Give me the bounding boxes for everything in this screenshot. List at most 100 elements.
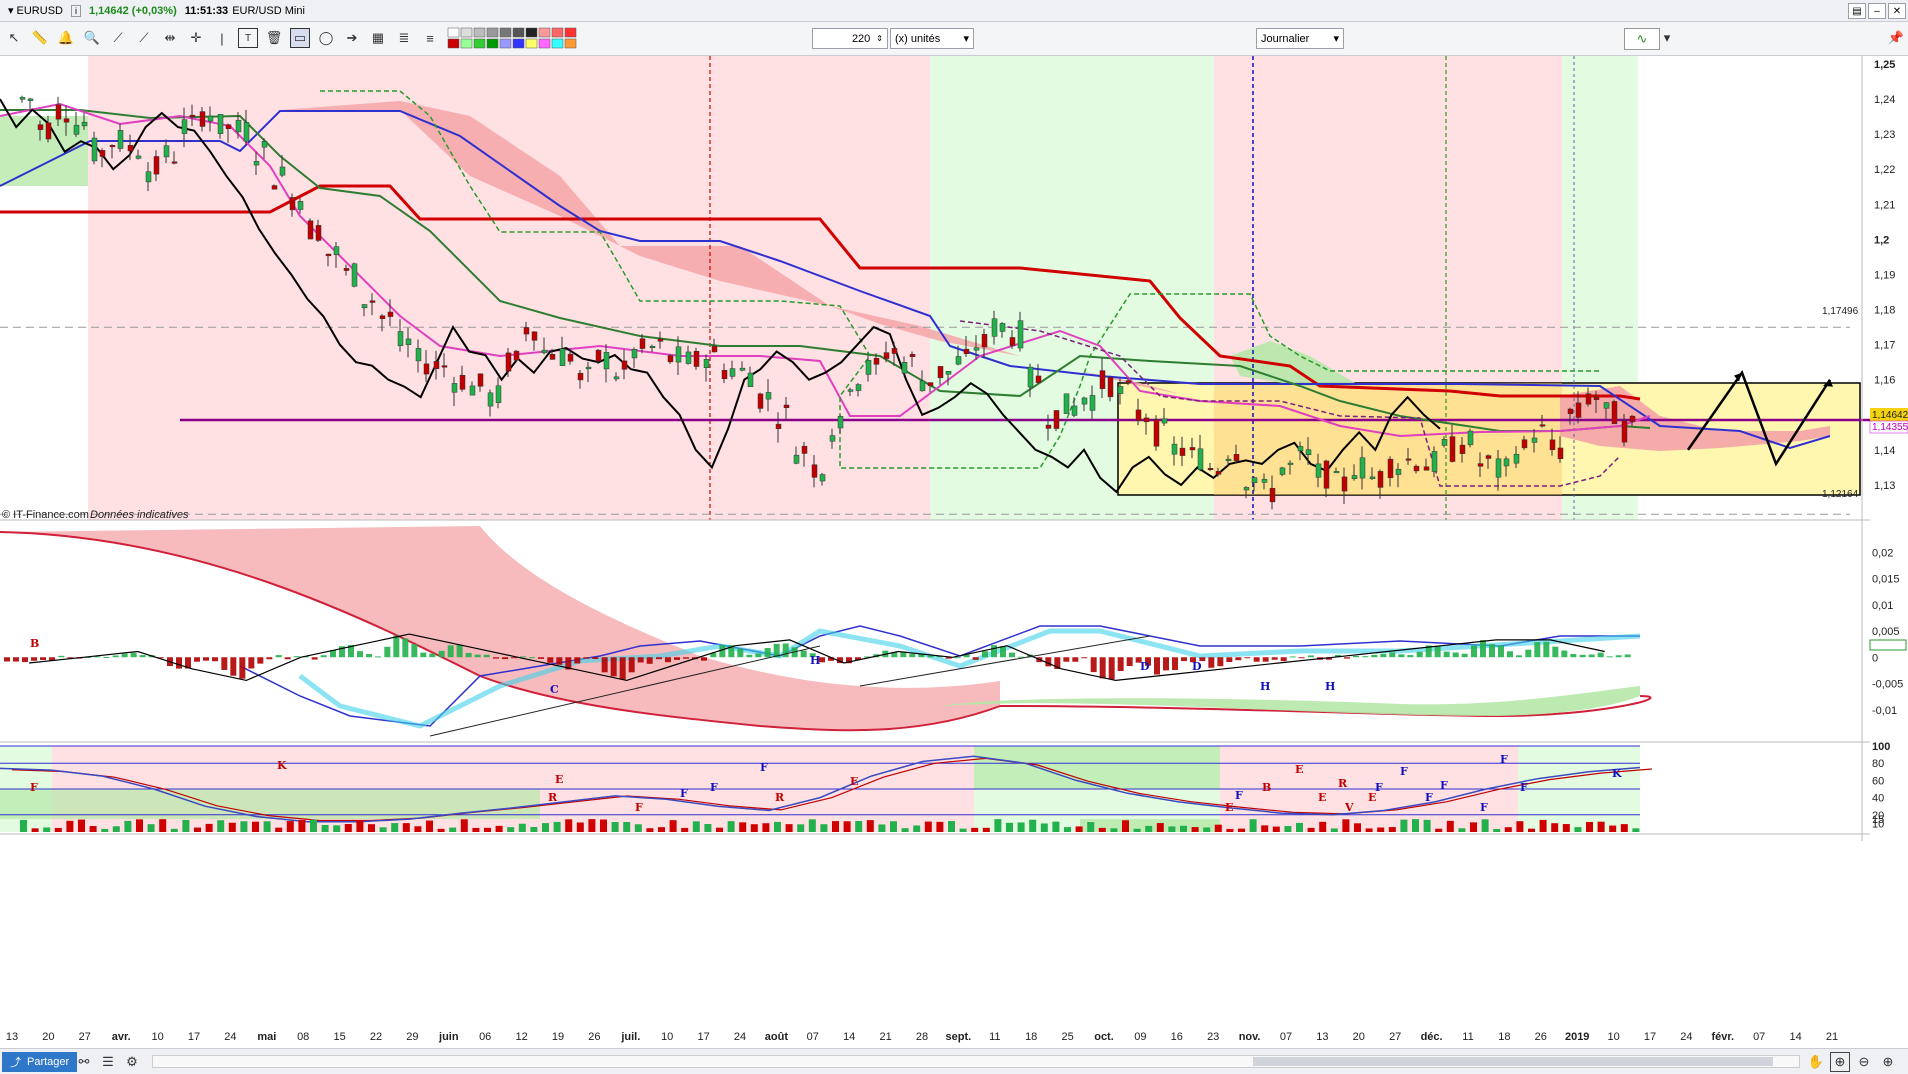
candle-body bbox=[1521, 439, 1528, 449]
stoch-bar bbox=[866, 820, 874, 832]
zoom-icon[interactable]: 🔍 bbox=[82, 28, 102, 48]
stoch-bar bbox=[1029, 819, 1037, 832]
ruler-icon[interactable]: 📏 bbox=[30, 28, 50, 48]
close-icon[interactable]: ✕ bbox=[1888, 3, 1906, 19]
horizontal-scrollbar[interactable] bbox=[152, 1055, 1800, 1068]
trend-icon[interactable]: ⟋ bbox=[134, 28, 154, 48]
histogram-bar bbox=[384, 646, 391, 658]
units-select[interactable]: (x) unités ▾ bbox=[890, 28, 974, 49]
chart-area[interactable]: BCHDDHH FKREFFFFREEFBEERVEFFFFFFFK 1,25 1… bbox=[0, 56, 1908, 1048]
signal-label: E bbox=[1318, 791, 1326, 804]
candle-body bbox=[819, 474, 826, 482]
stoch-bar bbox=[1412, 819, 1419, 832]
candle-body bbox=[675, 346, 682, 363]
x-tick-label: 24 bbox=[734, 1031, 746, 1043]
signal-label: H bbox=[1325, 680, 1335, 693]
palette-swatch bbox=[525, 38, 538, 49]
cursor-icon[interactable]: ↖ bbox=[4, 28, 24, 48]
signal-label: V bbox=[1344, 801, 1354, 814]
channel-icon[interactable]: ≡ bbox=[420, 28, 440, 48]
stoch-bar bbox=[1272, 826, 1280, 832]
candle-body bbox=[945, 371, 952, 375]
window-list-icon[interactable]: ▤ bbox=[1848, 3, 1866, 19]
rectangle-icon[interactable]: ▭ bbox=[290, 28, 310, 48]
text-icon[interactable]: T bbox=[238, 28, 258, 48]
candle-body bbox=[1485, 455, 1492, 459]
minimize-icon[interactable]: – bbox=[1868, 3, 1886, 19]
zoom-fit-icon[interactable]: ⊕ bbox=[1830, 1052, 1850, 1072]
link-icon[interactable]: ⚯ bbox=[74, 1052, 94, 1072]
symbol-label[interactable]: EURUSD bbox=[17, 5, 63, 17]
share-button[interactable]: ⤴ Partager bbox=[2, 1052, 78, 1072]
chevron-down-icon[interactable]: ▾ bbox=[1660, 28, 1674, 48]
grid-icon[interactable]: ▦ bbox=[368, 28, 388, 48]
list-icon[interactable]: ☰ bbox=[98, 1052, 118, 1072]
candle-body bbox=[433, 361, 440, 369]
signal-label: E bbox=[1295, 763, 1303, 776]
y-tick-label: 1,16 bbox=[1874, 375, 1895, 387]
stoch-bar bbox=[402, 823, 410, 832]
settings-icon[interactable]: ⚙ bbox=[122, 1052, 142, 1072]
palette-swatch bbox=[447, 27, 460, 38]
menu-chevron-icon[interactable]: ▾ bbox=[8, 4, 14, 17]
candle-body bbox=[1125, 380, 1132, 383]
vertical-line-icon[interactable]: | bbox=[212, 28, 232, 48]
stoch-bar bbox=[344, 823, 352, 832]
x-tick-label: 20 bbox=[42, 1031, 54, 1043]
candle-body bbox=[739, 367, 746, 371]
cross-icon[interactable]: ✛ bbox=[186, 28, 206, 48]
price-panel[interactable] bbox=[0, 56, 1870, 521]
stoch-bar bbox=[1238, 828, 1245, 832]
candle-body bbox=[1261, 478, 1268, 483]
candle-body bbox=[1477, 463, 1484, 467]
histogram-bar bbox=[764, 648, 771, 658]
y-tick-label: 1,19 bbox=[1874, 269, 1895, 281]
oscillator-panel[interactable]: B C H D D H H bbox=[0, 526, 1907, 743]
candle-body bbox=[1387, 458, 1394, 479]
candle-body bbox=[621, 360, 628, 370]
fibonacci-icon[interactable]: ≣ bbox=[394, 28, 414, 48]
arrow-icon[interactable]: ➔ bbox=[342, 28, 362, 48]
scrollbar-thumb[interactable] bbox=[1253, 1057, 1773, 1066]
candle-body bbox=[495, 385, 502, 403]
hand-icon[interactable]: ✋ bbox=[1806, 1052, 1826, 1072]
candle-body bbox=[297, 201, 304, 210]
x-tick-label: 28 bbox=[916, 1031, 928, 1043]
line-icon[interactable]: ⟋ bbox=[108, 28, 128, 48]
candle-body bbox=[801, 445, 808, 454]
bell-icon[interactable]: 🔔 bbox=[56, 28, 76, 48]
histogram-bar bbox=[1452, 652, 1459, 658]
lasso-icon[interactable]: ◯ bbox=[316, 28, 336, 48]
trash-icon[interactable]: 🗑 bbox=[264, 28, 284, 48]
y-tick-label: 0,01 bbox=[1872, 600, 1893, 612]
chart-svg[interactable]: BCH D DH H FKREFF FFREEFBEERVEFFFFFFFK 1,251… bbox=[0, 56, 1908, 1048]
stoch-bar bbox=[298, 819, 306, 832]
histogram-bar bbox=[1507, 651, 1513, 658]
stoch-bar bbox=[89, 826, 97, 832]
stoch-bar bbox=[1458, 828, 1466, 832]
color-palette[interactable] bbox=[446, 26, 606, 52]
pin-icon[interactable]: 📌 bbox=[1886, 28, 1906, 48]
count-input[interactable]: 220 ⇕ bbox=[812, 28, 888, 49]
indicator-icon[interactable]: ∿ bbox=[1624, 28, 1660, 50]
stochastic-panel[interactable]: FKREFF FFREEFBEERVEFFFFFFFK bbox=[0, 745, 1870, 835]
x-tick-label: 16 bbox=[1171, 1031, 1183, 1043]
stoch-bar bbox=[843, 821, 851, 832]
stoch-bar bbox=[112, 826, 120, 832]
y-tick-label: 1,2 bbox=[1874, 234, 1889, 246]
candle-body bbox=[1459, 444, 1466, 454]
candle-body bbox=[469, 385, 476, 396]
chevron-down-icon: ▾ bbox=[963, 33, 969, 45]
histogram-bar bbox=[547, 657, 554, 663]
spinner-icon[interactable]: ⇕ bbox=[876, 34, 883, 43]
zoom-out-icon[interactable]: ⊖ bbox=[1854, 1052, 1874, 1072]
histogram-bar bbox=[311, 657, 318, 660]
histogram-bar bbox=[637, 657, 644, 663]
horizontal-line-icon[interactable]: ⇹ bbox=[160, 28, 180, 48]
period-select[interactable]: Journalier ▾ bbox=[1256, 28, 1344, 49]
info-icon[interactable]: i bbox=[70, 4, 81, 17]
candle-body bbox=[1359, 457, 1366, 479]
x-tick-label: 06 bbox=[479, 1031, 491, 1043]
x-tick-label: 13 bbox=[6, 1031, 18, 1043]
zoom-in-icon[interactable]: ⊕ bbox=[1878, 1052, 1898, 1072]
